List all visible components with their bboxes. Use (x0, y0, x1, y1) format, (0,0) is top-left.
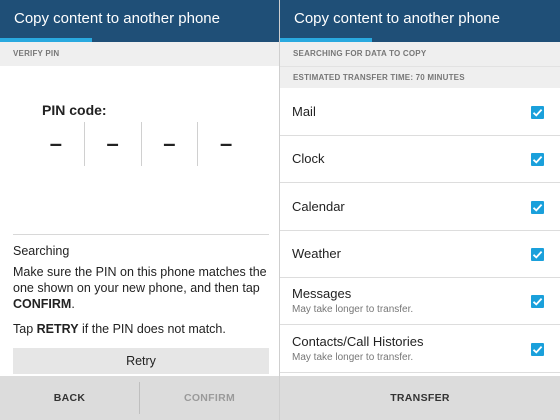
pin-digit-3: – (140, 122, 198, 166)
bottom-action-bar: BACK CONFIRM (0, 376, 279, 420)
list-item[interactable]: Mail (280, 89, 560, 136)
retry-hint-emphasis: RETRY (36, 322, 79, 336)
transfer-button[interactable]: TRANSFER (280, 392, 560, 404)
checkbox[interactable] (531, 343, 544, 356)
item-subtitle: May take longer to transfer. (292, 352, 414, 363)
check-icon (532, 108, 543, 117)
checkbox[interactable] (531, 295, 544, 308)
list-item[interactable]: Messages May take longer to transfer. (280, 278, 560, 325)
checkbox[interactable] (531, 106, 544, 119)
retry-hint-suffix: if the PIN does not match. (78, 322, 226, 336)
retry-hint-text: Tap RETRY if the PIN does not match. (13, 321, 269, 337)
verify-pin-screen: Copy content to another phone VERIFY PIN… (0, 0, 280, 420)
item-label: Messages (292, 286, 352, 301)
list-item[interactable]: Clock (280, 136, 560, 183)
app-bar-title: Copy content to another phone (0, 0, 279, 38)
section-header: SEARCHING FOR DATA TO COPY (280, 42, 560, 66)
item-subtitle: May take longer to transfer. (292, 304, 414, 315)
retry-button[interactable]: Retry (13, 348, 269, 374)
item-label: Contacts/Call Histories (292, 334, 424, 349)
section-header: VERIFY PIN (0, 42, 279, 66)
pin-digit-1: – (49, 131, 62, 156)
pin-digit-4: – (197, 122, 254, 166)
pin-code-display: – – – – (28, 122, 254, 166)
back-button[interactable]: BACK (0, 392, 139, 404)
item-label: Calendar (292, 199, 345, 214)
instruction-text: Make sure the PIN on this phone matches … (13, 264, 269, 312)
instruction-prefix: Make sure the PIN on this phone matches … (13, 265, 267, 295)
check-icon (532, 345, 543, 354)
check-icon (532, 203, 543, 212)
check-icon (532, 297, 543, 306)
status-text: Searching (13, 244, 70, 258)
app-bar-title: Copy content to another phone (280, 0, 560, 38)
retry-hint-prefix: Tap (13, 322, 37, 336)
bottom-action-bar: TRANSFER (280, 376, 560, 420)
checkbox[interactable] (531, 248, 544, 261)
transfer-time-estimate: ESTIMATED TRANSFER TIME: 70 MINUTES (280, 66, 560, 88)
instruction-suffix: . (71, 297, 75, 311)
item-label: Weather (292, 246, 341, 261)
list-item[interactable]: Contacts/Call Histories May take longer t… (280, 326, 560, 373)
check-icon (532, 155, 543, 164)
divider (13, 234, 269, 235)
pin-digit-2: – (83, 122, 141, 166)
list-item[interactable]: Calendar (280, 184, 560, 231)
item-label: Clock (292, 151, 325, 166)
select-data-screen: Copy content to another phone SEARCHING … (280, 0, 560, 420)
confirm-button[interactable]: CONFIRM (140, 392, 279, 404)
check-icon (532, 250, 543, 259)
instruction-confirm-emphasis: CONFIRM (13, 297, 72, 311)
checkbox[interactable] (531, 201, 544, 214)
checkbox[interactable] (531, 153, 544, 166)
list-item[interactable]: Weather (280, 231, 560, 278)
pin-label: PIN code: (42, 102, 107, 118)
item-label: Mail (292, 104, 316, 119)
